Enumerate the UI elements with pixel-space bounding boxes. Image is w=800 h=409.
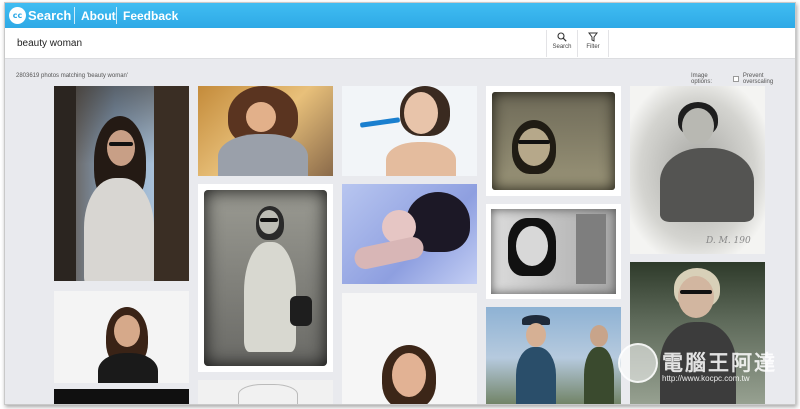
photo-tile[interactable] bbox=[486, 204, 621, 299]
photo-tile[interactable] bbox=[486, 86, 621, 196]
image-options: Image options: Prevent overscaling bbox=[691, 73, 795, 85]
nav-divider bbox=[74, 7, 75, 24]
prevent-overscaling-label: Prevent overscaling bbox=[742, 73, 774, 85]
browser-frame: cc Search About Feedback beauty woman Se… bbox=[4, 2, 796, 405]
photo-tile[interactable] bbox=[342, 86, 477, 176]
cc-search-logo[interactable]: cc Search bbox=[9, 6, 71, 25]
photo-tile[interactable] bbox=[54, 389, 189, 404]
logo-text: Search bbox=[28, 8, 72, 23]
toolbar-divider bbox=[608, 30, 609, 57]
nav-divider bbox=[116, 7, 117, 24]
top-navigation-bar: cc Search About Feedback bbox=[5, 3, 795, 28]
cc-logo-icon: cc bbox=[9, 7, 26, 24]
photo-tile[interactable] bbox=[54, 86, 189, 281]
photo-tile[interactable] bbox=[342, 293, 477, 404]
photo-tile[interactable] bbox=[342, 184, 477, 284]
photo-tile[interactable] bbox=[198, 184, 333, 372]
filter-button[interactable]: Filter bbox=[578, 30, 608, 57]
nav-link-feedback[interactable]: Feedback bbox=[123, 9, 178, 23]
search-bar: beauty woman Search Filter bbox=[5, 28, 795, 59]
results-count: 2803619 photos matching 'beauty woman' bbox=[16, 73, 129, 79]
watermark-logo-icon bbox=[618, 343, 658, 383]
prevent-overscaling-checkbox[interactable] bbox=[732, 76, 739, 82]
nav-link-about[interactable]: About bbox=[81, 9, 116, 23]
search-button-label: Search bbox=[552, 44, 572, 50]
watermark-text: 電腦王阿達 bbox=[662, 351, 777, 375]
site-watermark: 電腦王阿達 http://www.kocpc.com.tw bbox=[618, 343, 795, 399]
photo-tile[interactable]: D. M. 190 bbox=[630, 86, 765, 254]
photo-tile[interactable] bbox=[198, 380, 333, 404]
watermark-url: http://www.kocpc.com.tw bbox=[662, 374, 750, 383]
photo-tile[interactable] bbox=[198, 86, 333, 176]
search-input[interactable]: beauty woman bbox=[17, 38, 82, 49]
search-icon bbox=[557, 32, 567, 42]
filter-icon bbox=[588, 32, 598, 42]
search-button[interactable]: Search bbox=[547, 30, 577, 57]
photo-tile[interactable] bbox=[54, 291, 189, 383]
filter-button-label: Filter bbox=[586, 44, 600, 50]
image-options-label: Image options: bbox=[691, 73, 713, 85]
photo-tile[interactable] bbox=[486, 307, 621, 404]
